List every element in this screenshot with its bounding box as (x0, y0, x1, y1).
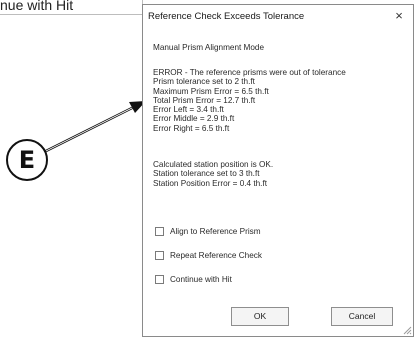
align-prism-label[interactable]: Align to Reference Prism (170, 227, 261, 236)
ok-button[interactable]: OK (231, 307, 289, 326)
error-summary: ERROR - The reference prisms were out of… (153, 68, 346, 133)
close-icon: × (395, 8, 403, 23)
repeat-check-label[interactable]: Repeat Reference Check (170, 251, 262, 260)
continue-hit-checkbox[interactable] (155, 274, 164, 284)
station-line: Station tolerance set to 3 th.ft (153, 169, 260, 179)
error-line: Maximum Prism Error = 6.5 th.ft (153, 86, 269, 96)
error-line: Error Right = 6.5 th.ft (153, 123, 230, 133)
close-button[interactable]: × (391, 8, 407, 24)
continue-hit-checkbox-row[interactable]: Continue with Hit (155, 273, 232, 285)
background-checkbox-label: nue with Hit (0, 0, 74, 13)
station-summary: Calculated station position is OK. Stati… (153, 160, 273, 188)
mode-text: Manual Prism Alignment Mode (153, 43, 265, 52)
error-line: Total Prism Error = 12.7 th.ft (153, 95, 256, 105)
callout-marker: E (6, 139, 48, 181)
station-line: Calculated station position is OK. (153, 160, 274, 169)
dialog-titlebar[interactable]: Reference Check Exceeds Tolerance × (143, 5, 413, 27)
tolerance-dialog: Reference Check Exceeds Tolerance × Manu… (142, 4, 414, 337)
error-line: Error Left = 3.4 th.ft (153, 105, 224, 115)
error-line: ERROR - The reference prisms were out of… (153, 68, 346, 77)
callout-letter: E (18, 146, 36, 174)
dialog-title: Reference Check Exceeds Tolerance (148, 11, 305, 22)
error-line: Prism tolerance set to 2 th.ft (153, 77, 255, 87)
repeat-check-checkbox[interactable] (155, 250, 164, 260)
align-prism-checkbox[interactable] (155, 226, 164, 236)
error-line: Error Middle = 2.9 th.ft (153, 114, 235, 124)
background-window-fragment: nue with Hit (0, 0, 143, 15)
station-line: Station Position Error = 0.4 th.ft (153, 178, 268, 188)
align-prism-checkbox-row[interactable]: Align to Reference Prism (155, 225, 261, 237)
continue-hit-label[interactable]: Continue with Hit (170, 275, 232, 284)
resize-grip-icon[interactable] (402, 325, 412, 335)
repeat-check-checkbox-row[interactable]: Repeat Reference Check (155, 249, 262, 261)
cancel-button[interactable]: Cancel (331, 307, 393, 326)
